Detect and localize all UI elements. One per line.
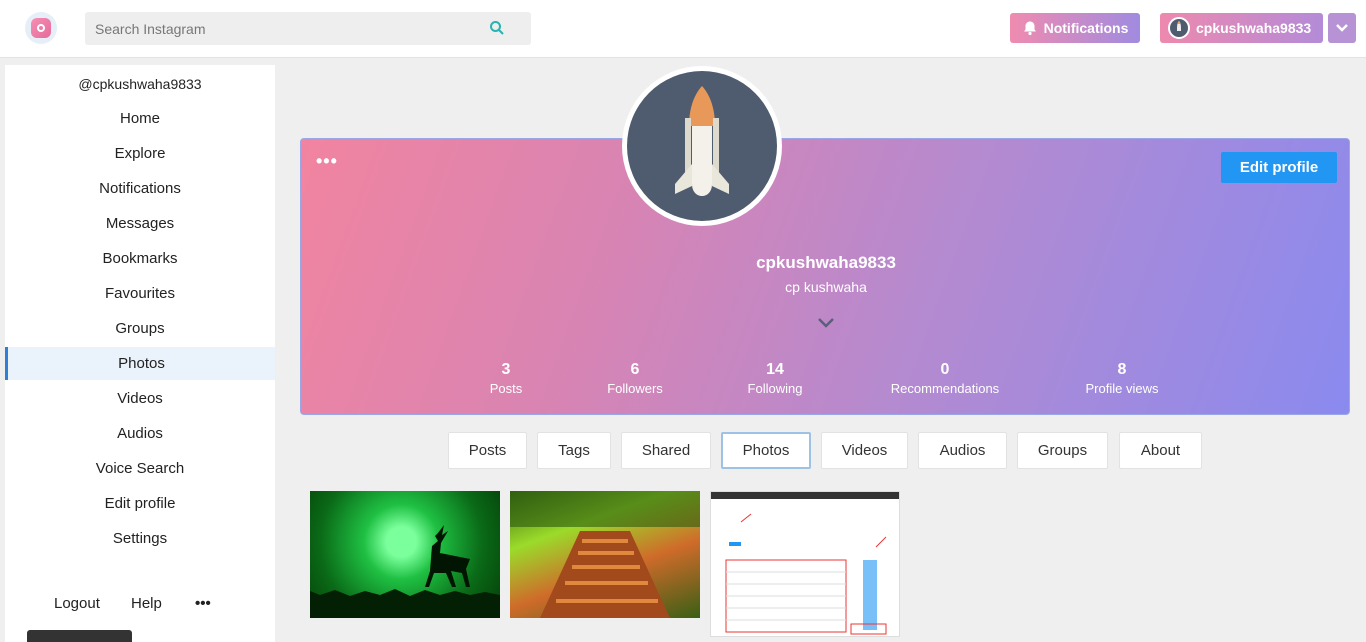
stat-value: 14 — [766, 361, 784, 378]
sidebar-item-bookmarks[interactable]: Bookmarks — [5, 242, 275, 275]
chevron-down-icon — [1336, 24, 1348, 32]
rocket-icon — [675, 86, 729, 196]
user-menu-button[interactable]: cpkushwaha9833 — [1160, 13, 1323, 43]
sidebar-footer: Logout Help ••• — [5, 595, 275, 617]
photo-thumbnail[interactable] — [310, 491, 500, 618]
sidebar-item-label: Voice Search — [95, 460, 185, 477]
sidebar-item-label: Settings — [112, 530, 168, 547]
tab-about[interactable]: About — [1119, 432, 1202, 469]
profile-cover: ••• Edit profile cpkushwaha9833 cp kushw… — [300, 138, 1350, 415]
sidebar-item-label: Photos — [118, 355, 165, 372]
sidebar-handle[interactable]: @cpkushwaha9833 — [5, 76, 275, 92]
tab-groups[interactable]: Groups — [1017, 432, 1108, 469]
tab-videos[interactable]: Videos — [821, 432, 908, 469]
stat-label: Posts — [489, 381, 523, 396]
sidebar-item-label: Bookmarks — [102, 250, 178, 267]
stat-value: 8 — [1117, 361, 1127, 378]
sidebar-item-label: Messages — [105, 215, 175, 232]
more-icon[interactable]: ••• — [195, 595, 211, 612]
stat-recommendations[interactable]: 0 Recommendations — [879, 361, 1011, 396]
top-bar: Notifications cpkushwaha9833 — [0, 0, 1366, 58]
photo-thumbnail[interactable] — [510, 491, 700, 618]
profile-avatar[interactable] — [622, 66, 782, 226]
dropdown-button[interactable] — [1328, 13, 1356, 43]
notifications-label: Notifications — [1043, 20, 1129, 36]
logout-link[interactable]: Logout — [54, 595, 100, 612]
deer-silhouette — [310, 525, 500, 618]
help-link[interactable]: Help — [131, 595, 162, 612]
sidebar-item-audios[interactable]: Audios — [5, 417, 275, 450]
rocket-icon — [1177, 21, 1181, 31]
sidebar-item-label: Edit profile — [104, 495, 176, 512]
tab-audios[interactable]: Audios — [918, 432, 1007, 469]
avatar — [1168, 17, 1190, 39]
stat-value: 3 — [501, 361, 511, 378]
tab-shared[interactable]: Shared — [621, 432, 711, 469]
camera-icon — [31, 18, 51, 38]
sidebar-item-home[interactable]: Home — [5, 102, 275, 135]
chevron-down-icon[interactable] — [817, 317, 835, 329]
sidebar-item-explore[interactable]: Explore — [5, 137, 275, 170]
sidebar-item-label: Groups — [115, 320, 165, 337]
edit-profile-button[interactable]: Edit profile — [1221, 152, 1337, 183]
sidebar-item-voice-search[interactable]: Voice Search — [5, 452, 275, 485]
sidebar-item-videos[interactable]: Videos — [5, 382, 275, 415]
profile-display-name: cp kushwaha — [785, 279, 867, 295]
stat-posts[interactable]: 3 Posts — [481, 361, 531, 396]
tab-tags[interactable]: Tags — [537, 432, 611, 469]
sidebar-item-favourites[interactable]: Favourites — [5, 277, 275, 310]
avatar-background — [627, 71, 777, 221]
sidebar-item-label: Home — [119, 110, 160, 127]
user-name: cpkushwaha9833 — [1196, 20, 1312, 36]
sidebar-item-label: Videos — [117, 390, 163, 407]
profile-username: cpkushwaha9833 — [756, 253, 896, 272]
search-input[interactable] — [85, 20, 475, 37]
stat-following[interactable]: 14 Following — [741, 361, 809, 396]
wooden-path-image — [510, 491, 700, 618]
stat-label: Profile views — [1085, 381, 1159, 396]
stat-value: 0 — [940, 361, 950, 378]
sidebar-item-edit-profile[interactable]: Edit profile — [5, 487, 275, 520]
tab-posts[interactable]: Posts — [448, 432, 527, 469]
stat-followers[interactable]: 6 Followers — [601, 361, 669, 396]
sidebar-item-photos[interactable]: Photos — [5, 347, 275, 380]
stat-value: 6 — [630, 361, 640, 378]
stat-label: Following — [747, 381, 803, 396]
sidebar-item-label: Notifications — [99, 180, 181, 197]
photo-thumbnail[interactable] — [710, 491, 900, 637]
tab-photos[interactable]: Photos — [721, 432, 811, 469]
search-icon[interactable] — [489, 20, 505, 36]
sidebar-item-groups[interactable]: Groups — [5, 312, 275, 345]
stat-label: Followers — [607, 381, 663, 396]
sidebar: @cpkushwaha9833 Home Explore Notificatio… — [5, 65, 275, 642]
sidebar-item-messages[interactable]: Messages — [5, 207, 275, 240]
more-options-icon[interactable]: ••• — [316, 151, 338, 172]
sidebar-item-label: Audios — [117, 425, 163, 442]
stat-label: Recommendations — [890, 381, 1000, 396]
bell-icon — [1023, 21, 1036, 36]
sidebar-item-label: Explore — [114, 145, 166, 162]
screenshot-image — [711, 492, 899, 635]
sidebar-item-label: Favourites — [104, 285, 176, 302]
sidebar-item-settings[interactable]: Settings — [5, 522, 275, 555]
search-box[interactable] — [85, 12, 531, 45]
app-logo[interactable] — [25, 12, 57, 44]
sidebar-item-notifications[interactable]: Notifications — [5, 172, 275, 205]
stat-profile-views[interactable]: 8 Profile views — [1077, 361, 1167, 396]
notifications-button[interactable]: Notifications — [1010, 13, 1140, 43]
sidebar-footer-tab — [27, 630, 132, 642]
